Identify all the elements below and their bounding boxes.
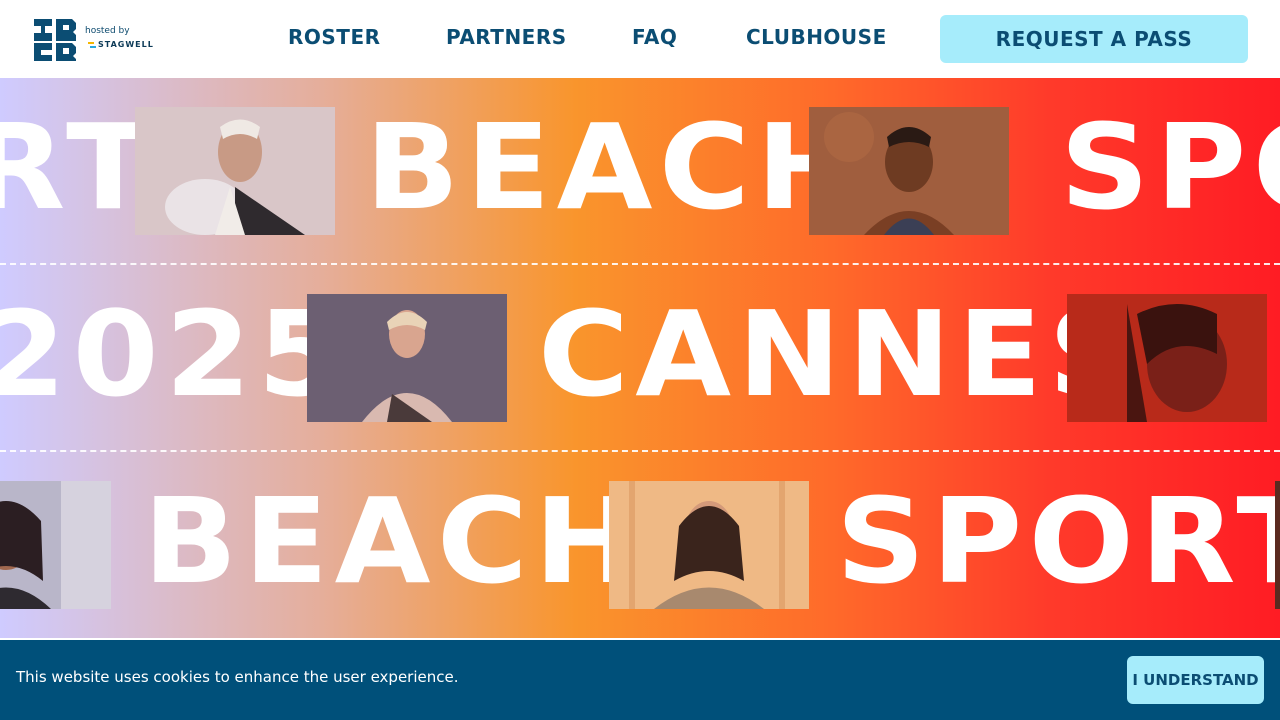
- sb-logo-icon: [34, 19, 76, 61]
- nav-faq[interactable]: FAQ: [632, 25, 677, 49]
- nav-roster[interactable]: ROSTER: [288, 25, 381, 49]
- cookie-accept-button[interactable]: I UNDERSTAND: [1127, 656, 1264, 704]
- hero-word: SPORT: [836, 472, 1280, 610]
- site-header: hosted by STAGWELL ROSTER PARTNERS FAQ C…: [0, 0, 1280, 78]
- athlete-photo: [0, 481, 111, 609]
- athlete-photo: [1067, 294, 1267, 422]
- hero-word: RT: [0, 98, 157, 236]
- site-logo[interactable]: hosted by STAGWELL: [32, 15, 154, 65]
- athlete-photo: [135, 107, 335, 235]
- stagwell-mark-icon: [88, 42, 96, 48]
- hosted-by-label: hosted by: [85, 26, 130, 36]
- divider-line: [0, 450, 1280, 452]
- athlete-photo: [609, 481, 809, 609]
- hero-word: BEACH: [365, 98, 867, 236]
- hero-word: SPO: [1060, 98, 1280, 236]
- cookie-banner: This website uses cookies to enhance the…: [0, 640, 1280, 720]
- hero-word: 2025: [0, 285, 351, 423]
- stagwell-logo-text: STAGWELL: [98, 40, 154, 49]
- request-pass-button[interactable]: REQUEST A PASS: [940, 15, 1248, 63]
- hero-word: CANNES: [538, 285, 1144, 423]
- hero-word: BEACH: [143, 472, 645, 610]
- hero-marquee: RT BEACH SPO 2025: [0, 78, 1280, 638]
- cookie-message: This website uses cookies to enhance the…: [16, 668, 459, 686]
- nav-clubhouse[interactable]: CLUBHOUSE: [746, 25, 887, 49]
- athlete-photo: [809, 107, 1009, 235]
- athlete-photo: [307, 294, 507, 422]
- nav-partners[interactable]: PARTNERS: [446, 25, 567, 49]
- divider-line: [0, 263, 1280, 265]
- athlete-photo: [1275, 481, 1280, 609]
